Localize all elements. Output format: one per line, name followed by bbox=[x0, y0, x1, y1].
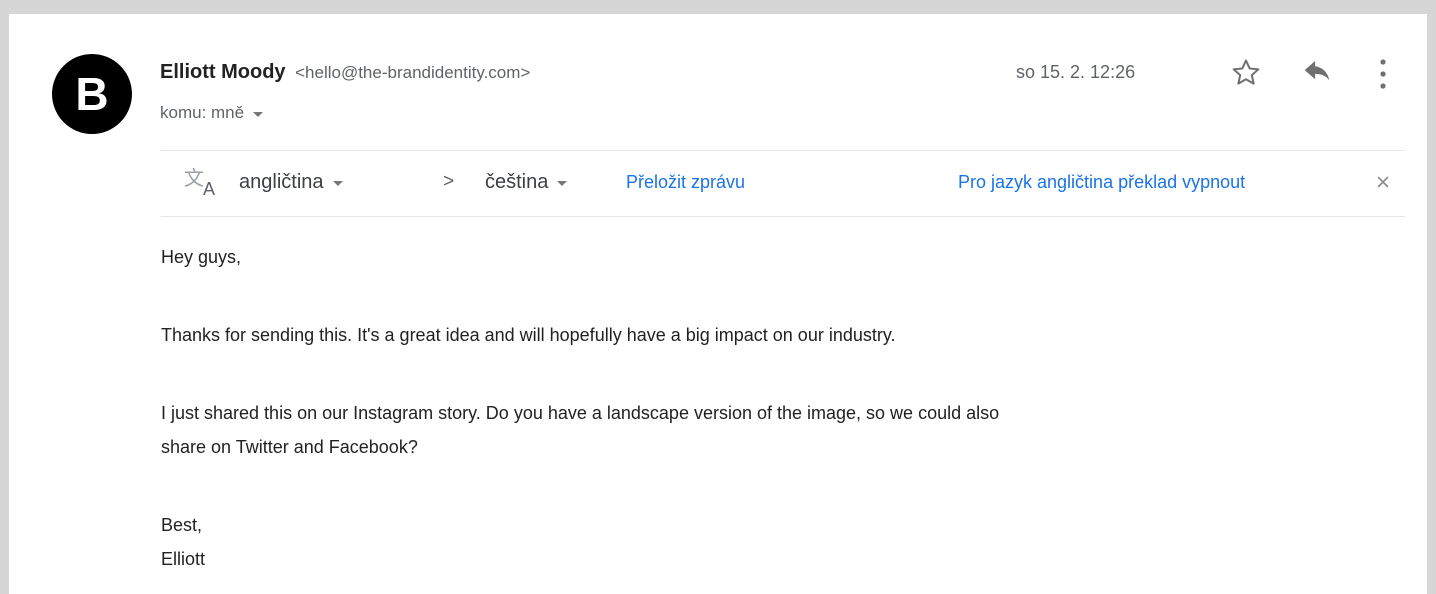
target-language-select[interactable]: čeština bbox=[485, 171, 568, 194]
reply-icon bbox=[1304, 61, 1330, 81]
message-paragraph-continued: share on Twitter and Facebook? bbox=[161, 437, 418, 457]
divider bbox=[161, 216, 1405, 217]
message-greeting: Hey guys, bbox=[161, 247, 242, 267]
svg-text:A: A bbox=[203, 179, 215, 199]
reply-button[interactable] bbox=[1299, 56, 1339, 92]
translation-bar: 文 A angličtina > čeština Přeložit zprávu… bbox=[161, 151, 1405, 216]
sender-info: Elliott Moody <hello@the-brandidentity.c… bbox=[160, 61, 530, 84]
disable-translation-link[interactable]: Pro jazyk angličtina překlad vypnout bbox=[958, 172, 1245, 193]
more-vertical-icon bbox=[1380, 59, 1386, 89]
chevron-down-icon bbox=[557, 181, 568, 186]
source-language-label: angličtina bbox=[239, 171, 324, 193]
close-icon bbox=[1377, 176, 1389, 188]
star-button[interactable] bbox=[1226, 54, 1266, 92]
recipient-label: komu: mně bbox=[160, 103, 245, 122]
avatar-letter: B bbox=[75, 68, 109, 120]
source-language-select[interactable]: angličtina bbox=[239, 171, 343, 194]
message-signoff: Best, bbox=[161, 515, 203, 535]
more-options-button[interactable] bbox=[1371, 54, 1395, 94]
message-date: so 15. 2. 12:26 bbox=[1016, 62, 1136, 82]
email-message-card: B Elliott Moody <hello@the-brandidentity… bbox=[9, 14, 1427, 594]
sender-name[interactable]: Elliott Moody bbox=[160, 61, 286, 83]
recipient-dropdown[interactable]: komu: mně bbox=[160, 103, 264, 123]
message-paragraph: Thanks for sending this. It's a great id… bbox=[161, 325, 896, 345]
star-outline-icon bbox=[1232, 59, 1260, 85]
sender-email: <hello@the-brandidentity.com> bbox=[295, 63, 531, 82]
svg-text:文: 文 bbox=[184, 167, 204, 190]
translate-icon: 文 A bbox=[182, 165, 222, 199]
message-paragraph: I just shared this on our Instagram stor… bbox=[161, 403, 1000, 423]
language-arrow: > bbox=[443, 171, 455, 192]
target-language-label: čeština bbox=[485, 171, 549, 193]
sender-avatar[interactable]: B bbox=[52, 54, 132, 134]
message-signature: Elliott bbox=[161, 549, 206, 569]
chevron-down-icon bbox=[332, 181, 343, 186]
close-translation-button[interactable] bbox=[1373, 171, 1393, 193]
translate-message-link[interactable]: Přeložit zprávu bbox=[626, 172, 745, 193]
chevron-down-icon bbox=[253, 111, 264, 117]
